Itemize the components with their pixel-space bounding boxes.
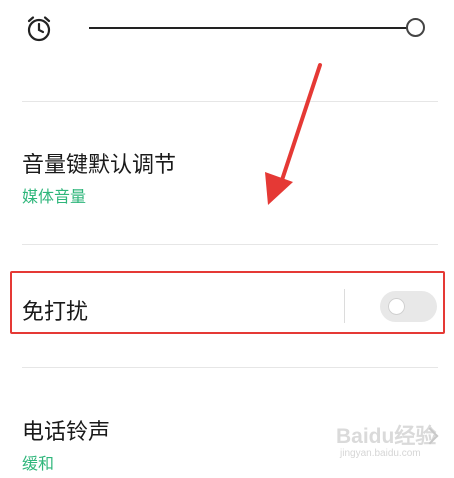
alarm-volume-slider-thumb[interactable] xyxy=(406,18,425,37)
watermark-url: jingyan.baidu.com xyxy=(340,448,421,459)
ringtone-title: 电话铃声 xyxy=(22,420,111,445)
do-not-disturb-title: 免打扰 xyxy=(22,300,89,325)
do-not-disturb-toggle[interactable] xyxy=(380,291,437,322)
volume-key-setting-value: 媒体音量 xyxy=(22,187,87,206)
toggle-knob xyxy=(388,298,405,315)
row-separator xyxy=(344,289,345,323)
volume-key-setting-row[interactable]: 音量键默认调节 媒体音量 xyxy=(0,102,454,244)
volume-key-setting-title: 音量键默认调节 xyxy=(22,153,177,178)
alarm-clock-icon xyxy=(24,14,54,44)
alarm-volume-slider-track[interactable] xyxy=(89,27,409,29)
ringtone-value: 缓和 xyxy=(22,454,55,473)
divider xyxy=(22,244,438,245)
